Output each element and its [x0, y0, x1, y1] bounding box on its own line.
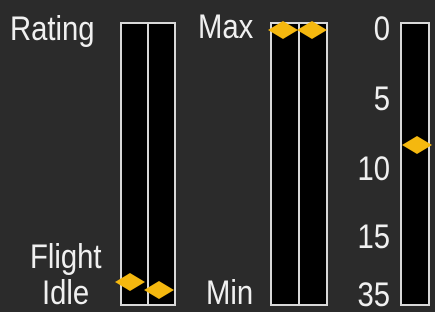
minmax-gauge-divider — [298, 22, 300, 306]
scale-tick-35: 35 — [357, 276, 390, 312]
rating-engine-1-marker-icon — [115, 272, 146, 291]
scale-tick-0: 0 — [373, 10, 390, 48]
min-label: Min — [206, 274, 254, 312]
scale-tick-10: 10 — [357, 150, 390, 188]
scale-tick-5: 5 — [373, 80, 390, 118]
minmax-engine-2-marker-icon — [296, 21, 327, 39]
scale-marker-icon — [401, 136, 432, 155]
scale-gauge-track — [400, 22, 430, 306]
gauge-panel: Rating Flight Idle Max Min 0 5 10 15 35 — [0, 0, 435, 312]
rating-engine-2-marker-icon — [144, 280, 175, 299]
scale-tick-15: 15 — [357, 218, 390, 256]
rating-label: Rating — [10, 10, 95, 48]
rating-gauge-divider — [147, 22, 149, 306]
minmax-engine-1-marker-icon — [267, 21, 298, 39]
max-label: Max — [198, 8, 254, 46]
flight-idle-label-line2: Idle — [42, 274, 90, 312]
flight-idle-label-line1: Flight — [30, 238, 102, 276]
